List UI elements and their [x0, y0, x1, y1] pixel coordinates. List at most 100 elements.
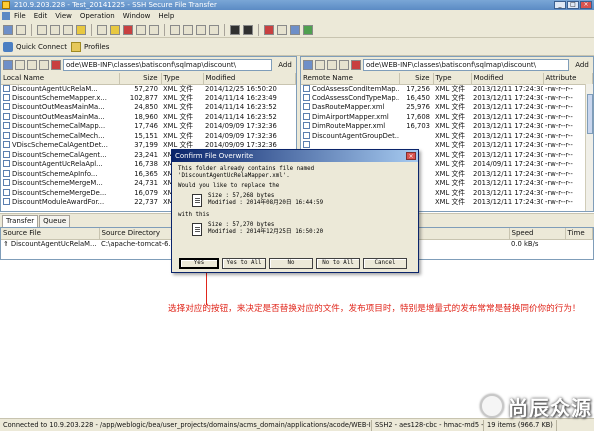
file-size-cell: 15,151 — [119, 132, 161, 142]
local-up-icon[interactable] — [15, 60, 25, 70]
file-name-cell: DiscountAgentUcRelaApl... — [1, 160, 119, 170]
remote-scrollbar[interactable] — [585, 84, 593, 211]
file-modified: 2013/12/11 17:24:30 — [473, 112, 543, 121]
file-row[interactable]: DasRouteMapper.xml 25,976 XML 文件 2013/12/11… — [301, 103, 593, 113]
cancel-button[interactable]: Cancel — [363, 258, 407, 269]
menu-help[interactable]: Help — [158, 12, 174, 20]
file-row[interactable]: DiscountOutMeasMainMa... 18,960 XML 文件 2014… — [1, 112, 296, 123]
col-local-size[interactable]: Size — [119, 73, 162, 85]
file-row[interactable]: DiscountAgentGroupDet... XML 文件 2013/12/11… — [301, 131, 593, 142]
file-modified: 2013/12/11 17:24:30 — [473, 131, 543, 140]
file-name: DiscountSchemeMergeDe... — [12, 188, 107, 197]
find-icon[interactable] — [76, 24, 86, 35]
col-local-name[interactable]: Local Name — [1, 73, 120, 85]
col-remote-attribute[interactable]: Attribute — [543, 73, 593, 85]
file-modified-cell: 2013/12/11 17:24:30 — [471, 103, 543, 113]
file-size-cell: 16,738 — [119, 160, 161, 170]
help-icon[interactable] — [290, 24, 300, 35]
col-remote-type[interactable]: Type — [433, 73, 472, 85]
local-add-button[interactable]: Add — [274, 61, 296, 69]
cut-icon[interactable] — [37, 24, 47, 35]
profiles-button[interactable]: Profiles — [70, 41, 109, 52]
remote-newfolder-icon[interactable] — [339, 60, 349, 70]
menu-view[interactable]: View — [55, 12, 72, 20]
local-path-input[interactable]: ode\WEB-INF\classes\batisconf\sqlmap\dis… — [63, 59, 272, 71]
view-details-icon[interactable] — [209, 24, 219, 35]
local-home-icon[interactable] — [3, 60, 13, 70]
yes-button[interactable]: Yes — [179, 258, 219, 269]
remote-refresh-icon[interactable] — [327, 60, 337, 70]
file-attribute: -rw-r--r-- — [545, 188, 573, 197]
remote-scroll-thumb[interactable] — [587, 94, 593, 134]
file-row[interactable]: DiscountAgentUcRelaM... 57,270 XML 文件 2014/… — [1, 84, 296, 94]
menu-window[interactable]: Window — [123, 12, 151, 20]
new-folder-icon[interactable] — [110, 24, 120, 35]
download-icon[interactable] — [243, 24, 253, 35]
file-type: XML 文件 — [435, 179, 466, 188]
col-remote-size[interactable]: Size — [399, 73, 434, 85]
col-local-type[interactable]: Type — [161, 73, 204, 85]
local-delete-icon[interactable] — [51, 60, 61, 70]
file-name-cell: DasRouteMapper.xml — [301, 103, 399, 113]
properties-icon[interactable] — [136, 24, 146, 35]
col-source-file[interactable]: Source File — [1, 228, 100, 240]
copy-icon[interactable] — [50, 24, 60, 35]
file-row[interactable]: DimRouteMapper.xml 16,703 XML 文件 2013/12/11… — [301, 122, 593, 132]
file-row[interactable]: CodAssessCondTypeMap... 16,450 XML 文件 2013/… — [301, 93, 593, 104]
yes-to-all-button[interactable]: Yes to All — [222, 258, 266, 269]
window-menu-icon[interactable] — [2, 12, 10, 20]
remote-home-icon[interactable] — [303, 60, 313, 70]
file-name-cell: CodAssessCondItemMap... — [301, 84, 399, 94]
view-list-icon[interactable] — [196, 24, 206, 35]
remote-up-icon[interactable] — [315, 60, 325, 70]
xml-file-icon — [3, 84, 10, 92]
parent-folder-icon[interactable] — [97, 24, 107, 35]
tab-queue[interactable]: Queue — [39, 215, 71, 227]
close-button[interactable]: × — [580, 1, 592, 9]
refresh-icon[interactable] — [149, 24, 159, 35]
view-large-icon[interactable] — [170, 24, 180, 35]
upload-icon[interactable] — [230, 24, 240, 35]
about-icon[interactable] — [303, 24, 313, 35]
col-local-modified[interactable]: Modified — [203, 73, 296, 85]
file-type-cell: XML 文件 — [433, 141, 471, 151]
view-small-icon[interactable] — [183, 24, 193, 35]
watermark-text: 尚辰众源 — [508, 395, 592, 420]
file-row[interactable]: DiscountSchemeCalMapp... 17,746 XML 文件 2014… — [1, 122, 296, 132]
local-newfolder-icon[interactable] — [39, 60, 49, 70]
col-time[interactable]: Time — [565, 228, 593, 240]
paste-icon[interactable] — [63, 24, 73, 35]
remote-add-button[interactable]: Add — [571, 61, 593, 69]
keys-icon[interactable] — [277, 24, 287, 35]
local-refresh-icon[interactable] — [27, 60, 37, 70]
file-name-cell: VDiscSchemeCalAgentDet... — [1, 141, 119, 151]
tab-transfer[interactable]: Transfer — [2, 215, 39, 227]
col-remote-name[interactable]: Remote Name — [301, 73, 400, 85]
maximize-button[interactable]: □ — [567, 1, 579, 9]
col-remote-modified[interactable]: Modified — [471, 73, 544, 85]
no-button[interactable]: No — [269, 258, 313, 269]
file-row[interactable]: DimAirportMapper.xml 17,608 XML 文件 2013/12/… — [301, 112, 593, 123]
file-modified-cell: 2014/09/09 17:32:36 — [203, 132, 296, 142]
dialog-title-bar: Confirm File Overwrite × — [172, 150, 418, 162]
xml-file-icon — [3, 122, 10, 130]
print-icon[interactable] — [16, 24, 26, 35]
menu-operation[interactable]: Operation — [80, 12, 115, 20]
file-row[interactable]: CodAssessCondItemMap... 17,256 XML 文件 2013/… — [301, 84, 593, 94]
file-row[interactable]: DiscountOutMeasMainMa... 24,850 XML 文件 2014… — [1, 103, 296, 113]
dialog-close-button[interactable]: × — [406, 152, 416, 160]
quick-connect-button[interactable]: Quick Connect — [3, 41, 67, 52]
settings-icon[interactable] — [264, 24, 274, 35]
remote-path-input[interactable]: ode\WEB-INF\classes\batisconf\sqlmap\dis… — [363, 59, 569, 71]
delete-icon[interactable] — [123, 24, 133, 35]
save-icon[interactable] — [3, 24, 13, 35]
no-to-all-button[interactable]: No to All — [316, 258, 360, 269]
file-type-cell: XML 文件 — [433, 198, 471, 208]
remote-delete-icon[interactable] — [351, 60, 361, 70]
col-speed[interactable]: Speed — [509, 228, 566, 240]
menu-file[interactable]: File — [14, 12, 26, 20]
minimize-button[interactable]: _ — [554, 1, 566, 9]
file-row[interactable]: DiscountSchemeMapper.x... 102,877 XML 文件 20… — [1, 93, 296, 104]
file-row[interactable]: DiscountSchemeCalMech... 15,151 XML 文件 2014… — [1, 131, 296, 142]
menu-edit[interactable]: Edit — [34, 12, 48, 20]
